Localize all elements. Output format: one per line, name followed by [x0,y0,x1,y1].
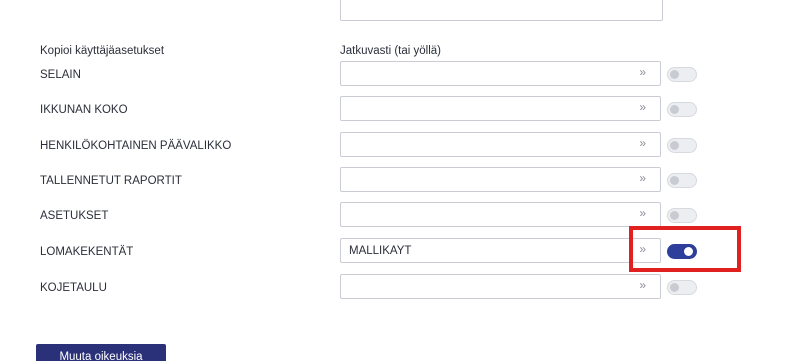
user-settings-copy-panel: Kopioi käyttäjäasetukset Jatkuvasti (tai… [0,0,797,361]
setting-field[interactable]: » [340,202,661,227]
setting-label: HENKILÖKOHTAINEN PÄÄVALIKKO [40,140,232,152]
toggle-knob [684,247,693,256]
toggle-knob [670,70,679,79]
setting-label: SELAIN [40,69,81,81]
double-chevron-right-icon[interactable]: » [639,136,646,150]
toggle-knob [670,141,679,150]
change-permissions-button[interactable]: Muuta oikeuksia [36,344,166,361]
setting-toggle[interactable] [667,173,697,188]
setting-toggle[interactable] [667,208,697,223]
setting-toggle[interactable] [667,67,697,82]
setting-label: KOJETAULU [40,282,107,294]
toggle-knob [670,211,679,220]
setting-field[interactable]: MALLIKAYT » [340,238,661,263]
setting-toggle[interactable] [667,102,697,117]
setting-label: TALLENNETUT RAPORTIT [40,175,182,187]
double-chevron-right-icon[interactable]: » [639,100,646,114]
setting-field-value: MALLIKAYT [349,245,412,257]
double-chevron-right-icon[interactable]: » [639,65,646,79]
double-chevron-right-icon[interactable]: » [639,278,646,292]
setting-row-asetukset: ASETUKSET » [0,202,797,230]
setting-row-kojetaulu: KOJETAULU » [0,274,797,302]
double-chevron-right-icon[interactable]: » [639,242,646,256]
toggle-knob [670,105,679,114]
setting-row-ikkunan-koko: IKKUNAN KOKO » [0,96,797,124]
setting-row-tallennetut-raportit: TALLENNETUT RAPORTIT » [0,167,797,195]
setting-field[interactable]: » [340,132,661,157]
setting-label: LOMAKEKENTÄT [40,246,134,258]
setting-row-lomakekentat: LOMAKEKENTÄT MALLIKAYT » [0,238,797,266]
toggle-knob [670,283,679,292]
setting-toggle[interactable] [667,244,697,259]
copy-settings-label: Kopioi käyttäjäasetukset [40,45,165,57]
setting-field[interactable]: » [340,274,661,299]
double-chevron-right-icon[interactable]: » [639,171,646,185]
top-cut-off-field[interactable] [340,0,663,21]
setting-label: ASETUKSET [40,210,109,222]
setting-row-henkilokohtainen-paavalikko: HENKILÖKOHTAINEN PÄÄVALIKKO » [0,132,797,160]
setting-row-selain: SELAIN » [0,61,797,89]
toggle-knob [670,176,679,185]
setting-field[interactable]: » [340,61,661,86]
setting-field[interactable]: » [340,167,661,192]
setting-field[interactable]: » [340,96,661,121]
double-chevron-right-icon[interactable]: » [639,206,646,220]
setting-toggle[interactable] [667,138,697,153]
copy-settings-value: Jatkuvasti (tai yöllä) [340,45,441,57]
setting-label: IKKUNAN KOKO [40,104,128,116]
setting-toggle[interactable] [667,280,697,295]
